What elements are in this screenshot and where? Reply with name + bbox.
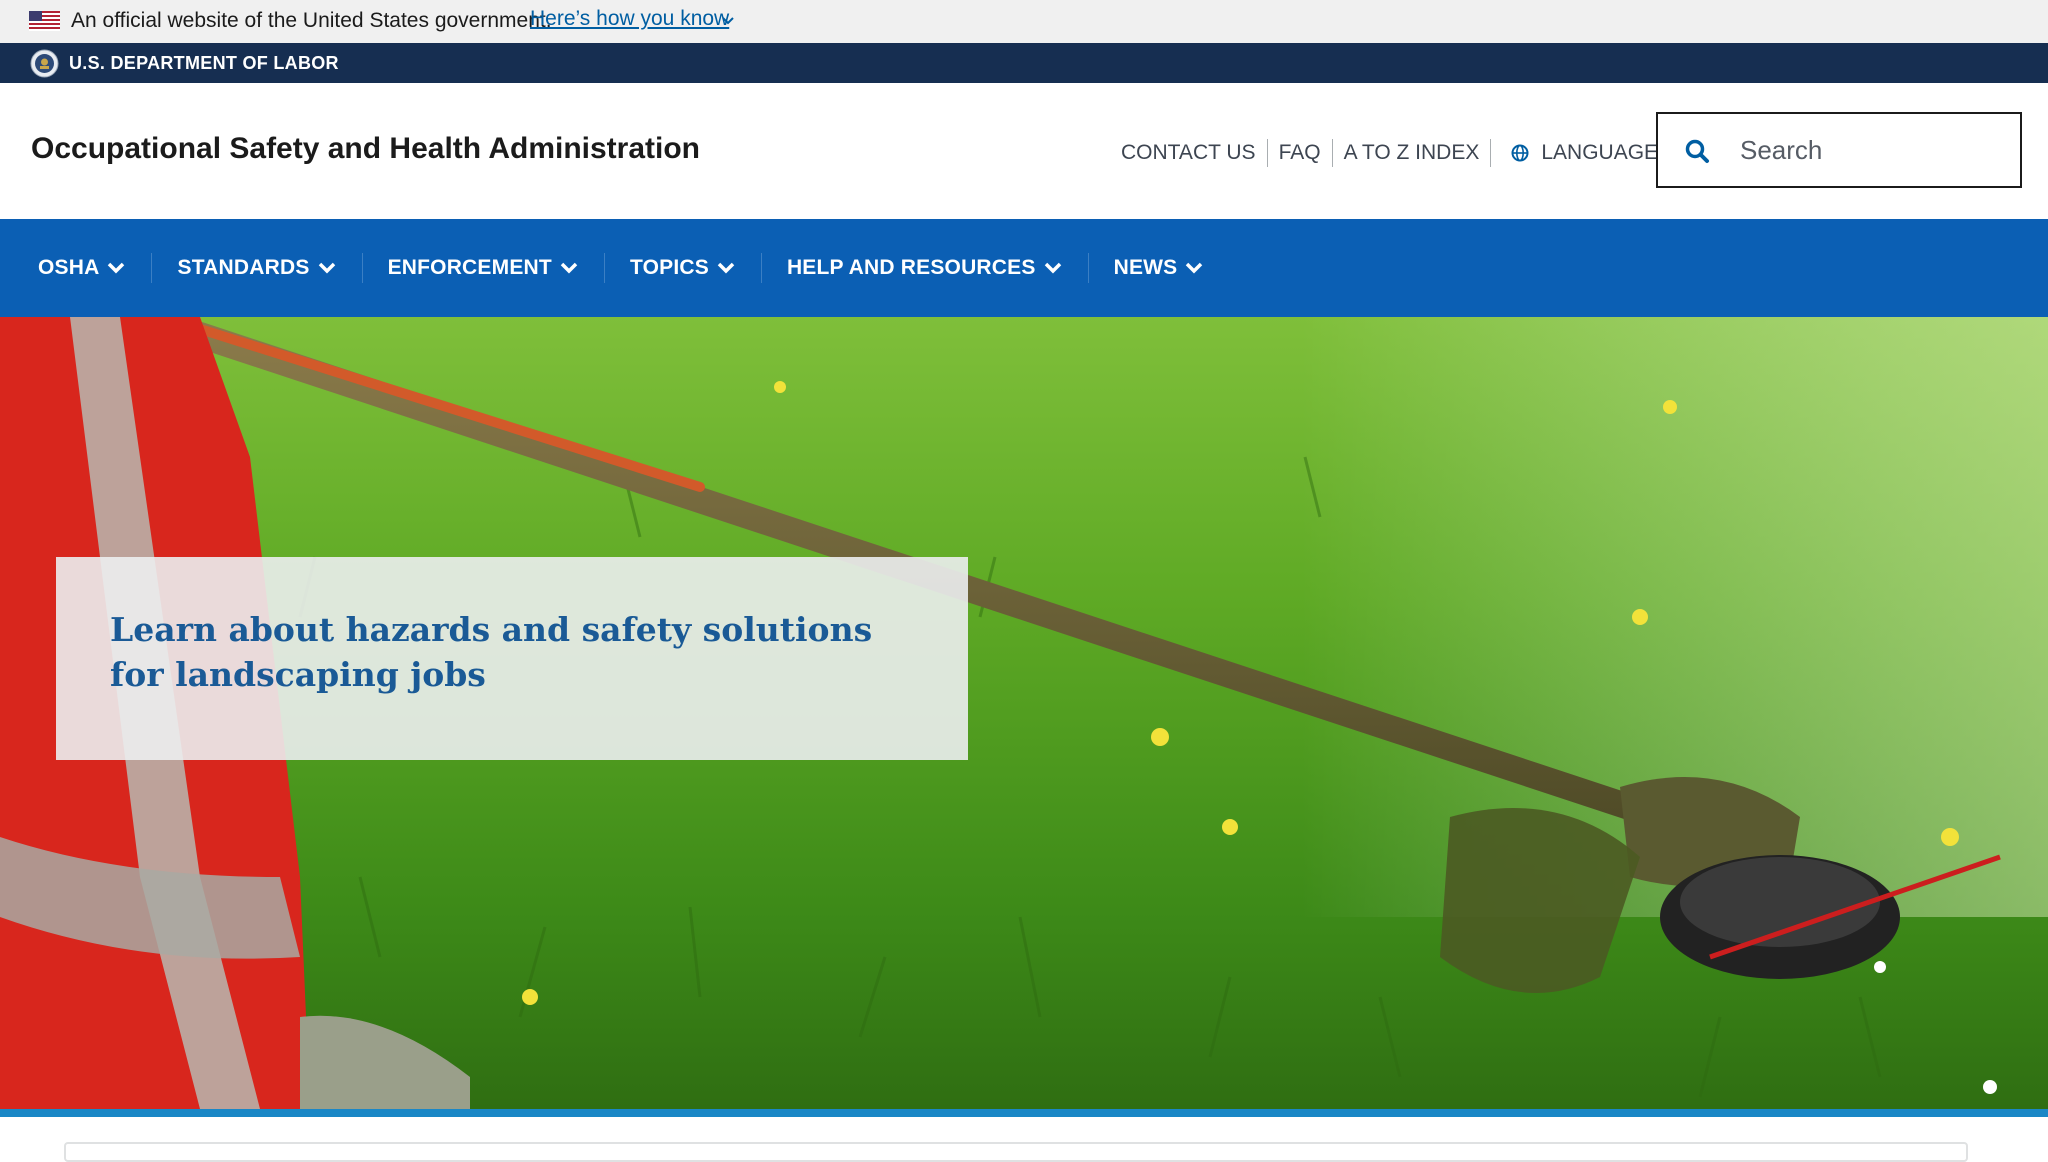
us-flag-icon	[29, 11, 60, 31]
chevron-down-icon	[560, 262, 578, 274]
chevron-down-icon	[108, 262, 125, 274]
chevron-down-icon	[1044, 262, 1061, 274]
main-nav: OSHA STANDARDS ENFORCEMENT TOPICS HELP A…	[0, 219, 2048, 317]
nav-item-news[interactable]: NEWS	[1089, 255, 1230, 281]
dol-seal-icon	[30, 49, 59, 78]
nav-item-help-and-resources[interactable]: HELP AND RESOURCES	[762, 255, 1088, 281]
nav-label: HELP AND RESOURCES	[786, 256, 1036, 279]
utility-nav: CONTACT US FAQ A TO Z INDEX LANGUAGES	[1110, 138, 1672, 168]
hero-bottom-border	[0, 1109, 2048, 1117]
agency-bar: U.S. DEPARTMENT OF LABOR	[0, 43, 2048, 83]
content-card-edge	[64, 1142, 1968, 1162]
search-box[interactable]	[1656, 112, 2022, 188]
nav-item-enforcement[interactable]: ENFORCEMENT	[363, 255, 604, 281]
chevron-down-icon	[717, 262, 735, 274]
nav-item-standards[interactable]: STANDARDS	[152, 255, 361, 281]
nav-label: NEWS	[1113, 256, 1178, 279]
nav-item-osha[interactable]: OSHA	[13, 255, 151, 281]
a-to-z-index-link[interactable]: A TO Z INDEX	[1333, 139, 1491, 167]
search-icon[interactable]	[1684, 138, 1710, 164]
languages-button[interactable]: LANGUAGES	[1491, 139, 1672, 167]
gov-banner: An official website of the United States…	[0, 0, 2048, 43]
chevron-down-icon	[1186, 262, 1203, 274]
nav-label: STANDARDS	[177, 256, 310, 279]
chevron-down-icon[interactable]	[721, 14, 735, 28]
site-header: Occupational Safety and Health Administr…	[0, 83, 2048, 219]
hero-headline-link[interactable]: Learn about hazards and safety solutions…	[110, 607, 910, 697]
hero-banner: Learn about hazards and safety solutions…	[0, 317, 2048, 1109]
contact-us-link[interactable]: CONTACT US	[1110, 139, 1267, 167]
chevron-down-icon	[318, 262, 335, 274]
hero-callout: Learn about hazards and safety solutions…	[56, 557, 968, 760]
nav-label: ENFORCEMENT	[387, 256, 552, 279]
gov-banner-text: An official website of the United States…	[71, 9, 552, 32]
globe-icon	[1511, 144, 1529, 162]
search-input[interactable]	[1740, 128, 2010, 172]
faq-link[interactable]: FAQ	[1268, 139, 1332, 167]
agency-name[interactable]: U.S. DEPARTMENT OF LABOR	[69, 53, 339, 73]
heres-how-you-know-link[interactable]: Here’s how you know	[530, 7, 729, 31]
languages-label: LANGUAGES	[1541, 141, 1673, 164]
nav-item-topics[interactable]: TOPICS	[605, 255, 761, 281]
site-title[interactable]: Occupational Safety and Health Administr…	[31, 131, 700, 167]
nav-label: OSHA	[38, 256, 100, 279]
nav-label: TOPICS	[629, 256, 709, 279]
